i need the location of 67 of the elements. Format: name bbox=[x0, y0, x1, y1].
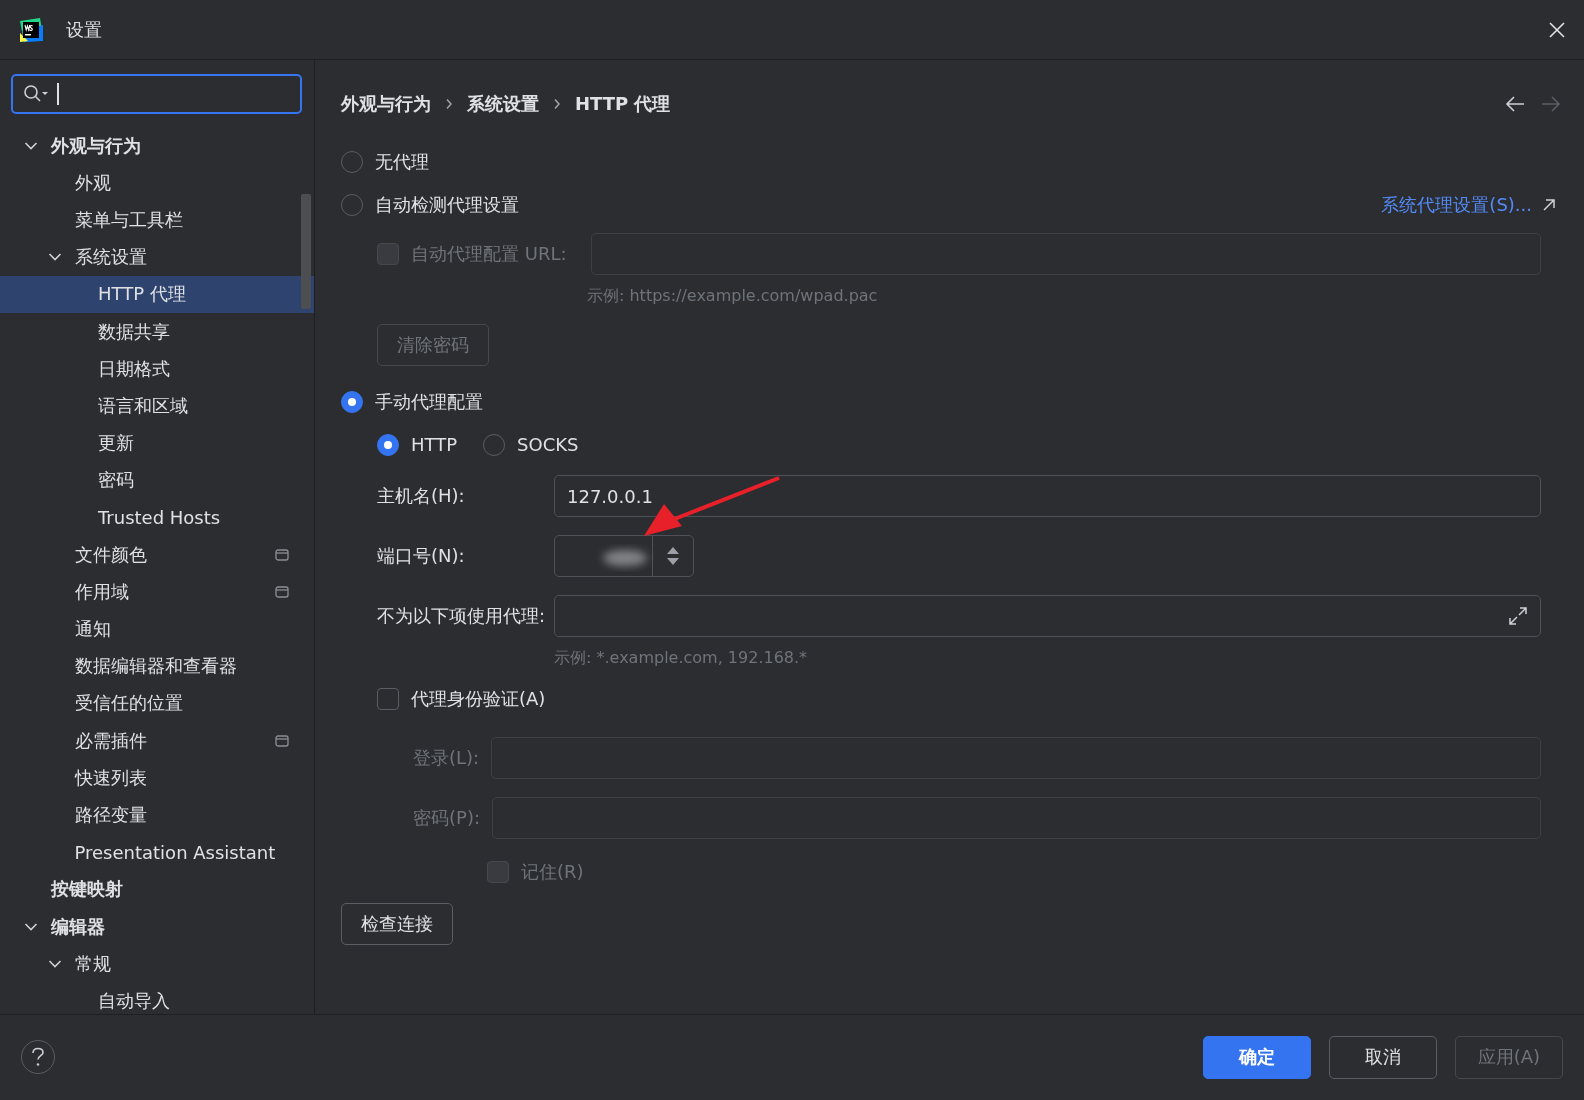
tree-item[interactable]: 外观 bbox=[0, 164, 314, 202]
dialog-button[interactable]: 确定 bbox=[1202, 1035, 1311, 1079]
host-field[interactable]: 127.0.0.1 bbox=[554, 475, 1541, 517]
app-logo-icon bbox=[18, 16, 44, 43]
radio-button[interactable] bbox=[377, 433, 399, 456]
tree-item[interactable]: 受信任的位置 bbox=[0, 684, 314, 722]
breadcrumb-item[interactable]: 系统设置 bbox=[467, 92, 539, 116]
search-field[interactable] bbox=[11, 74, 302, 114]
tree-item[interactable]: 自动导入 bbox=[0, 982, 314, 1014]
radio-button[interactable] bbox=[483, 433, 506, 456]
spinner-arrows-icon bbox=[666, 546, 680, 566]
tree-item[interactable]: HTTP 代理 bbox=[0, 275, 314, 313]
radio-button[interactable] bbox=[341, 193, 363, 216]
radio-label[interactable]: SOCKS bbox=[517, 434, 579, 455]
radio-label[interactable]: 无代理 bbox=[375, 149, 429, 174]
tree-item[interactable]: 外观与行为 bbox=[0, 127, 314, 165]
tree-item[interactable]: 常规 bbox=[0, 945, 314, 983]
tree-item[interactable]: 数据共享 bbox=[0, 312, 314, 351]
tree-item[interactable]: 通知 bbox=[0, 610, 314, 648]
tree-item[interactable]: 系统设置 bbox=[0, 238, 314, 276]
tree-item[interactable]: 按键映射 bbox=[0, 870, 314, 908]
system-proxy-settings-link[interactable]: 系统代理设置(S)... bbox=[1381, 192, 1532, 217]
window-title: 设置 bbox=[66, 17, 102, 42]
tree-item[interactable]: 数据编辑器和查看器 bbox=[0, 647, 314, 685]
hint-text: 示例: https://example.com/wpad.pac bbox=[587, 285, 878, 307]
check-connection-button[interactable]: 检查连接 bbox=[341, 903, 453, 945]
checkbox[interactable] bbox=[377, 688, 399, 710]
field-label: 主机名(H): bbox=[377, 484, 466, 508]
radio-button[interactable] bbox=[341, 150, 363, 173]
back-arrow-icon[interactable] bbox=[1505, 95, 1525, 113]
tree-item[interactable]: 密码 bbox=[0, 461, 314, 499]
tree-item[interactable]: 快速列表 bbox=[0, 759, 314, 797]
external-link-icon bbox=[1542, 197, 1556, 212]
expand-icon bbox=[1508, 606, 1528, 626]
field-label: 登录(L): bbox=[413, 746, 480, 770]
port-field[interactable] bbox=[554, 535, 694, 577]
close-icon[interactable] bbox=[1548, 20, 1566, 39]
forward-arrow-icon[interactable] bbox=[1541, 95, 1561, 113]
search-icon bbox=[23, 84, 49, 104]
field-label: 不为以下项使用代理: bbox=[377, 604, 547, 628]
tree-item[interactable]: Presentation Assistant bbox=[0, 833, 314, 871]
hint-text: 示例: *.example.com, 192.168.* bbox=[554, 647, 808, 669]
tree-item[interactable]: 文件颜色 bbox=[0, 536, 314, 574]
scrollbar-thumb[interactable] bbox=[301, 194, 311, 309]
radio-button[interactable] bbox=[341, 390, 363, 413]
radio-label[interactable]: 手动代理配置 bbox=[375, 389, 483, 414]
tree-item[interactable]: 作用域 bbox=[0, 573, 314, 611]
checkbox-label[interactable]: 代理身份验证(A) bbox=[411, 687, 546, 711]
radio-label[interactable]: HTTP bbox=[411, 434, 458, 455]
radio-label[interactable]: 自动检测代理设置 bbox=[375, 192, 519, 217]
tree-item[interactable]: 路径变量 bbox=[0, 796, 314, 834]
chevron-right-icon bbox=[553, 98, 561, 110]
tree-item[interactable]: 更新 bbox=[0, 424, 314, 462]
dialog-button[interactable]: 取消 bbox=[1328, 1035, 1437, 1079]
breadcrumb-item[interactable]: HTTP 代理 bbox=[575, 92, 671, 116]
chevron-right-icon bbox=[445, 98, 453, 110]
help-icon bbox=[31, 1047, 45, 1067]
tree-item[interactable]: 语言和区域 bbox=[0, 387, 314, 425]
tree-item[interactable]: 必需插件 bbox=[0, 722, 314, 760]
field-label: 密码(P): bbox=[413, 806, 480, 830]
tree-item[interactable]: 编辑器 bbox=[0, 907, 314, 946]
breadcrumb-item[interactable]: 外观与行为 bbox=[341, 92, 431, 116]
field-label: 端口号(N): bbox=[377, 544, 466, 568]
tree-item[interactable]: 菜单与工具栏 bbox=[0, 201, 314, 239]
tree-item[interactable]: 日期格式 bbox=[0, 350, 314, 388]
exclusions-field[interactable] bbox=[554, 595, 1541, 637]
tree-item[interactable]: Trusted Hosts bbox=[0, 498, 314, 537]
